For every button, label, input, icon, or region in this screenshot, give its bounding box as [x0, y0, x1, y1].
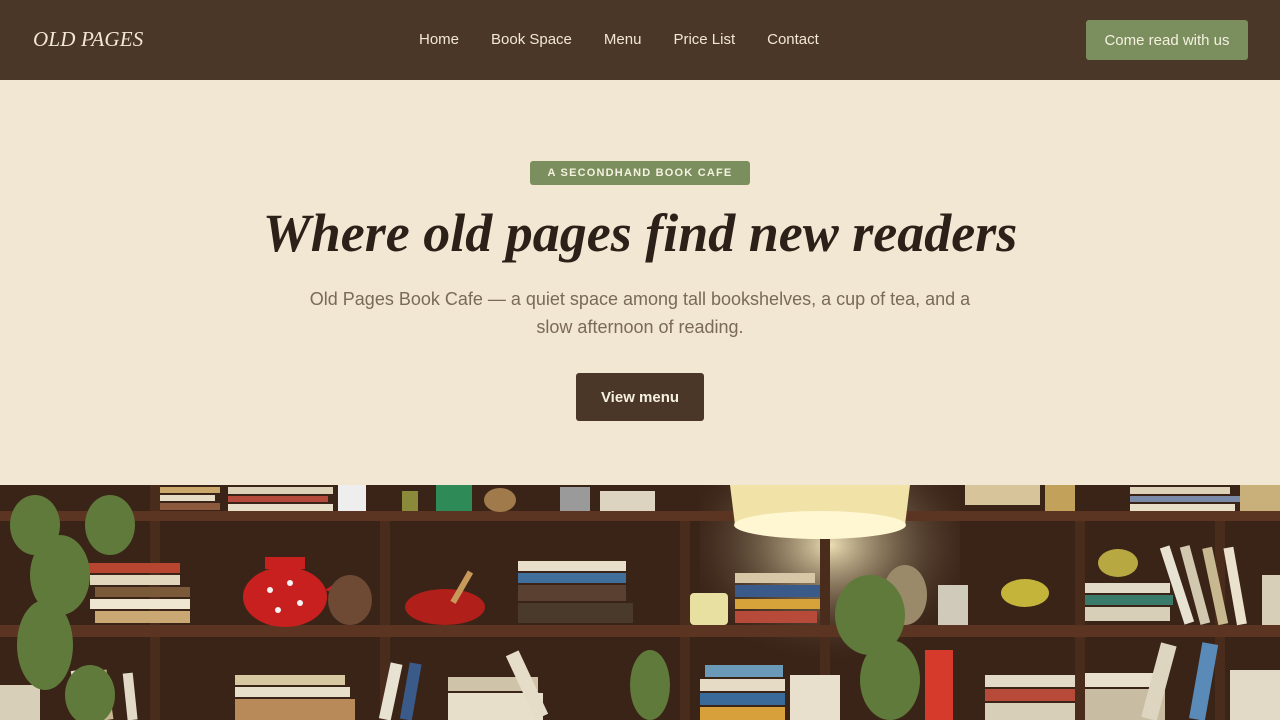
hero-section: A SECONDHAND BOOK CAFE Where old pages f…	[0, 80, 1280, 485]
hero-headline: Where old pages find new readers	[262, 203, 1018, 263]
category-badge: A SECONDHAND BOOK CAFE	[530, 161, 750, 185]
nav-home[interactable]: Home	[419, 31, 459, 48]
bookshelf-illustration	[0, 485, 1280, 720]
nav-contact[interactable]: Contact	[767, 31, 819, 48]
nav-book-space[interactable]: Book Space	[491, 31, 572, 48]
hero-subtitle: Old Pages Book Cafe — a quiet space amon…	[309, 289, 971, 337]
top-navigation-bar: OLD PAGES Home Book Space Menu Price Lis…	[0, 0, 1280, 80]
nav-menu[interactable]: Menu	[604, 31, 642, 48]
site-logo[interactable]: OLD PAGES	[33, 27, 144, 52]
view-menu-button[interactable]: View menu	[576, 373, 704, 421]
bookshelf-photo	[0, 485, 1280, 720]
main-nav: Home Book Space Menu Price List Contact	[419, 31, 851, 48]
come-read-button[interactable]: Come read with us	[1086, 20, 1248, 60]
nav-price-list[interactable]: Price List	[673, 31, 735, 48]
